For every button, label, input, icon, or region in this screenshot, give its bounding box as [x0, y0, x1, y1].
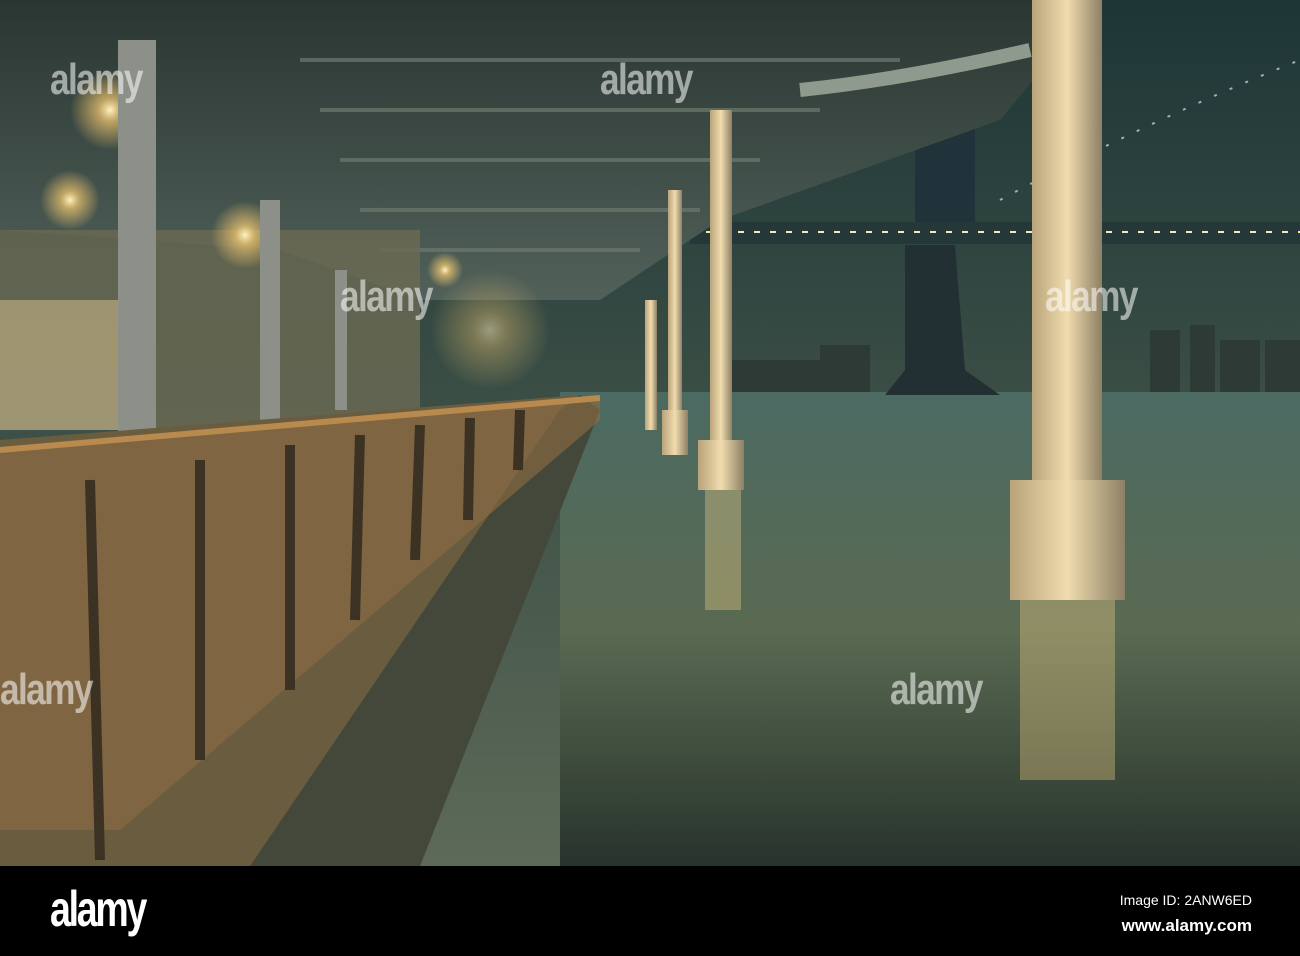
- alamy-logo: alamy: [50, 881, 147, 937]
- footer-bar: alamy Image ID: 2ANW6ED www.alamy.com: [0, 866, 1300, 956]
- watermark: alamy: [890, 665, 983, 714]
- watermark: alamy: [50, 55, 143, 104]
- watermark: alamy: [1045, 272, 1138, 321]
- watermark: alamy: [340, 272, 433, 321]
- stock-photo: alamy alamy alamy alamy alamy alamy: [0, 0, 1300, 866]
- image-id: Image ID: 2ANW6ED: [1119, 892, 1252, 908]
- watermark: alamy: [600, 55, 693, 104]
- scene: [0, 0, 1300, 866]
- site-url: www.alamy.com: [1121, 916, 1252, 935]
- watermark: alamy: [0, 665, 93, 714]
- river-water: [560, 392, 1300, 866]
